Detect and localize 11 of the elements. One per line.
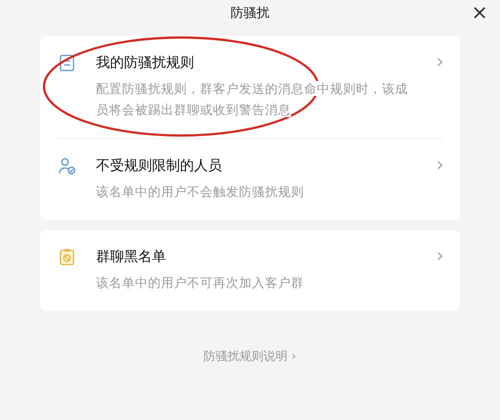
window-title: 防骚扰 bbox=[230, 6, 270, 21]
item-title[interactable]: 群聊黑名单 bbox=[96, 246, 304, 268]
document-icon bbox=[58, 54, 76, 72]
item-title[interactable]: 不受规则限制的人员 bbox=[96, 155, 304, 177]
item-description: 该名单中的用户不可再次加入客户群 bbox=[96, 274, 304, 292]
item-title[interactable]: 我的防骚扰规则 bbox=[96, 52, 414, 74]
close-button[interactable]: × bbox=[467, 0, 492, 24]
item-description: 配置防骚扰规则，群客户发送的消息命中规则时，该成员将会被踢出群聊或收到警告消息 bbox=[96, 80, 409, 119]
item-description: 该名单中的用户不会触发防骚扰规则 bbox=[96, 183, 304, 201]
clipboard-block-icon bbox=[58, 248, 76, 266]
person-check-icon bbox=[58, 157, 76, 175]
